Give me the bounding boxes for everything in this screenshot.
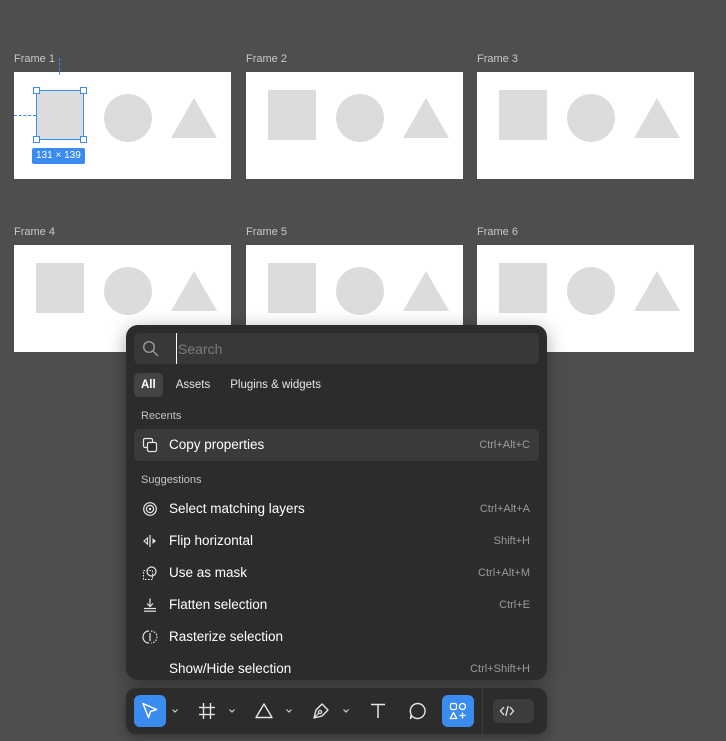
filter-tabs: All Assets Plugins & widgets — [134, 373, 330, 397]
ellipse-shape[interactable] — [567, 267, 615, 315]
triangle-shape[interactable] — [634, 98, 680, 138]
triangle-icon — [255, 703, 273, 719]
toolbar-divider — [482, 688, 483, 734]
search-input[interactable] — [176, 333, 528, 364]
action-label: Rasterize selection — [169, 629, 284, 644]
action-label: Show/Hide selection — [169, 661, 292, 676]
move-tool-button[interactable] — [134, 695, 166, 727]
comment-icon — [409, 702, 426, 720]
dev-mode-toggle[interactable] — [493, 699, 534, 723]
frame-icon — [199, 703, 215, 719]
search-icon — [142, 340, 159, 357]
ellipse-shape[interactable] — [336, 267, 384, 315]
mask-icon — [142, 566, 157, 581]
chevron-down-icon[interactable] — [342, 705, 350, 717]
selection-outline — [36, 90, 84, 140]
action-label: Copy properties — [169, 437, 265, 452]
resize-handle-top-right[interactable] — [80, 87, 87, 94]
triangle-shape[interactable] — [634, 271, 680, 311]
action-label: Flatten selection — [169, 597, 268, 612]
ellipse-shape[interactable] — [104, 267, 152, 315]
suggestions-heading: Suggestions — [141, 474, 202, 486]
action-show-hide-selection[interactable]: Show/Hide selection Ctrl+Shift+H — [134, 653, 539, 680]
triangle-shape[interactable] — [171, 98, 217, 138]
ellipse-shape[interactable] — [104, 94, 152, 142]
chevron-down-icon[interactable] — [285, 705, 293, 717]
action-use-as-mask[interactable]: Use as mask Ctrl+Alt+M — [134, 557, 539, 589]
ellipse-shape[interactable] — [336, 94, 384, 142]
chevron-down-icon[interactable] — [171, 705, 179, 717]
tab-plugins-widgets[interactable]: Plugins & widgets — [223, 373, 328, 397]
action-copy-properties[interactable]: Copy properties Ctrl+Alt+C — [134, 429, 539, 461]
bottom-toolbar — [126, 688, 547, 734]
frame-1-label[interactable]: Frame 1 — [14, 53, 55, 65]
ellipse-shape[interactable] — [567, 94, 615, 142]
triangle-shape[interactable] — [171, 271, 217, 311]
cursor-icon — [142, 702, 158, 719]
action-label: Use as mask — [169, 565, 248, 580]
rectangle-shape[interactable] — [499, 90, 547, 140]
action-flatten-selection[interactable]: Flatten selection Ctrl+E — [134, 589, 539, 621]
action-shortcut: Ctrl+Alt+A — [479, 503, 530, 515]
frame-2-label[interactable]: Frame 2 — [246, 53, 287, 65]
resize-handle-bottom-left[interactable] — [33, 136, 40, 143]
action-label: Flip horizontal — [169, 533, 254, 548]
resize-handle-top-left[interactable] — [33, 87, 40, 94]
tab-all[interactable]: All — [134, 373, 163, 397]
rectangle-shape[interactable] — [36, 263, 84, 313]
frame-5-label[interactable]: Frame 5 — [246, 226, 287, 238]
rectangle-shape[interactable] — [268, 263, 316, 313]
selection-size-badge: 131 × 139 — [32, 148, 85, 164]
triangle-shape[interactable] — [403, 98, 449, 138]
code-icon — [499, 705, 515, 717]
resize-handle-bottom-right[interactable] — [80, 136, 87, 143]
tab-assets[interactable]: Assets — [169, 373, 218, 397]
frame-3-label[interactable]: Frame 3 — [477, 53, 518, 65]
frame-tool-button[interactable] — [191, 695, 223, 727]
action-shortcut: Ctrl+E — [499, 599, 530, 611]
copy-properties-icon — [142, 437, 158, 453]
action-shortcut: Ctrl+Alt+C — [479, 439, 530, 451]
frame-1[interactable]: 131 × 139 — [14, 58, 231, 179]
frame-2[interactable] — [246, 72, 463, 179]
shape-tool-button[interactable] — [248, 695, 280, 727]
action-flip-horizontal[interactable]: Flip horizontal Shift+H — [134, 525, 539, 557]
pen-icon — [313, 703, 329, 719]
action-label: Select matching layers — [169, 501, 305, 516]
action-shortcut: Shift+H — [493, 535, 530, 547]
search-box[interactable] — [134, 333, 539, 364]
frame-3[interactable] — [477, 72, 694, 179]
action-select-matching-layers[interactable]: Select matching layers Ctrl+Alt+A — [134, 493, 539, 525]
measure-guide-vertical — [59, 58, 60, 75]
flatten-icon — [144, 598, 156, 612]
recents-heading: Recents — [141, 410, 182, 422]
action-rasterize-selection[interactable]: Rasterize selection — [134, 621, 539, 653]
frame-4-label[interactable]: Frame 4 — [14, 226, 55, 238]
text-tool-button[interactable] — [362, 695, 394, 727]
rectangle-shape[interactable] — [268, 90, 316, 140]
triangle-shape[interactable] — [403, 271, 449, 311]
comment-tool-button[interactable] — [402, 695, 434, 727]
rasterize-icon — [142, 630, 158, 644]
target-icon — [143, 502, 157, 516]
text-icon — [371, 703, 385, 718]
action-shortcut: Ctrl+Alt+M — [478, 567, 530, 579]
pen-tool-button[interactable] — [305, 695, 337, 727]
rectangle-shape[interactable] — [499, 263, 547, 313]
flip-horizontal-icon — [143, 535, 156, 547]
measure-guide-horizontal — [14, 115, 36, 116]
actions-icon — [449, 702, 467, 720]
quick-actions-panel: All Assets Plugins & widgets Recents Cop… — [126, 325, 547, 680]
action-shortcut: Ctrl+Shift+H — [470, 663, 530, 675]
actions-tool-button[interactable] — [442, 695, 474, 727]
frame-6-label[interactable]: Frame 6 — [477, 226, 518, 238]
chevron-down-icon[interactable] — [228, 705, 236, 717]
